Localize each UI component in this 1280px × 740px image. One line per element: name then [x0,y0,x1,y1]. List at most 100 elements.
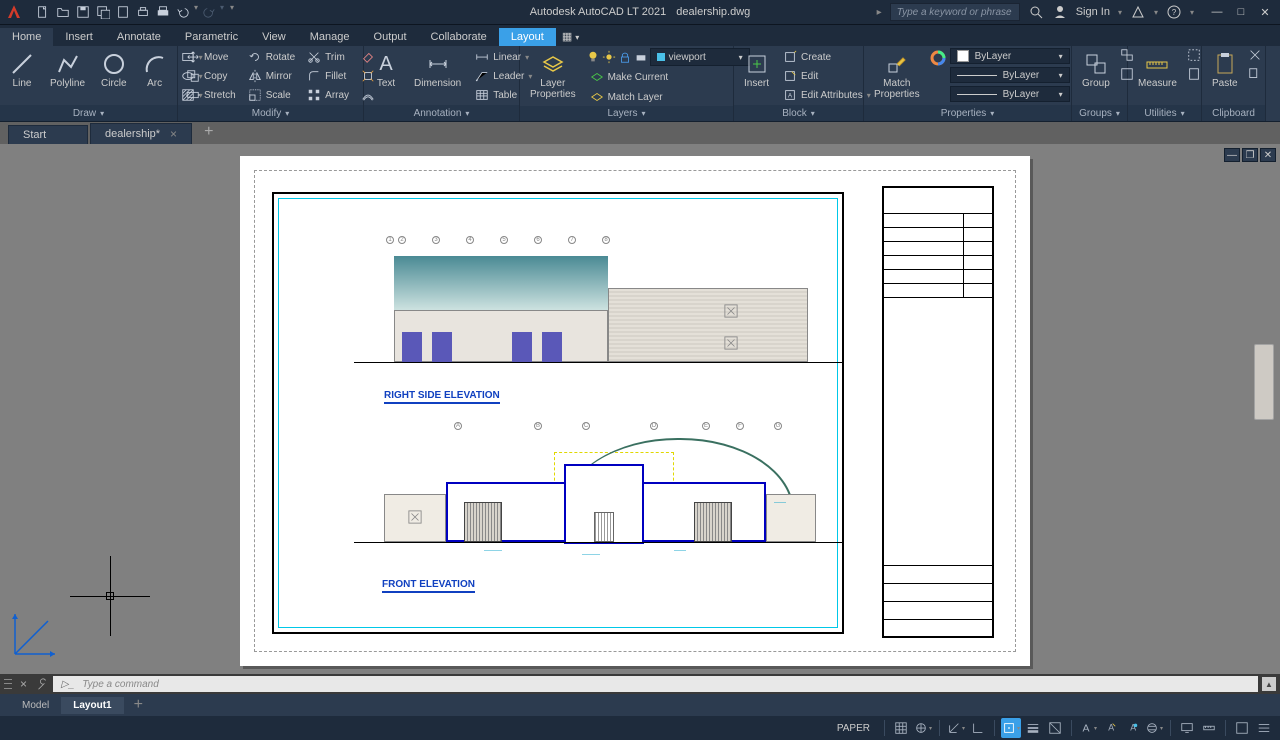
tab-annotate[interactable]: Annotate [105,28,173,46]
fillet-button[interactable]: Fillet [303,67,353,85]
saveas-icon[interactable] [94,3,112,21]
cut-icon[interactable] [1248,48,1262,62]
close-button[interactable]: ✕ [1258,5,1272,19]
annotation-autoscale-icon[interactable]: A [1122,718,1142,738]
match-layer-button[interactable]: Match Layer [586,88,750,106]
create-block-button[interactable]: Create [779,48,875,66]
print-icon[interactable] [154,3,172,21]
tab-layout[interactable]: Layout [499,28,556,46]
signin-dropdown-icon[interactable]: ▾ [1118,8,1122,17]
copy-clip-icon[interactable] [1248,67,1262,81]
lineweight-dropdown[interactable]: ByLayer▾ [950,67,1070,83]
units-icon[interactable] [1199,718,1219,738]
plot-icon[interactable] [134,3,152,21]
annotation-scale-icon[interactable]: A [1078,718,1098,738]
signin-label[interactable]: Sign In [1076,6,1110,18]
drawing-canvas[interactable]: — ❐ ✕ 1 2 3 4 [0,144,1280,674]
customize-status-icon[interactable] [1254,718,1274,738]
tab-addin-icon[interactable]: ▦ ▾ [556,27,585,46]
color-wheel-icon[interactable] [930,48,946,66]
sun-icon[interactable] [602,50,616,64]
tab-insert[interactable]: Insert [53,28,105,46]
command-close-button[interactable]: × [16,677,31,691]
tab-view[interactable]: View [250,28,298,46]
rotate-button[interactable]: Rotate [244,48,299,66]
lock-icon[interactable] [618,50,632,64]
tab-output[interactable]: Output [362,28,419,46]
layout-viewport[interactable]: 1 2 3 4 5 6 7 8 RIGHT SIDE ELEVATION [272,192,844,634]
file-tab[interactable]: dealership*× [90,123,192,144]
infocenter-search[interactable]: Type a keyword or phrase [890,3,1020,21]
user-icon[interactable] [1052,4,1068,20]
app-logo[interactable] [0,0,28,24]
arc-button[interactable]: Arc [137,48,173,91]
ortho-icon[interactable] [968,718,988,738]
new-icon[interactable] [34,3,52,21]
transparency-icon[interactable] [1045,718,1065,738]
tab-collaborate[interactable]: Collaborate [419,28,499,46]
navigation-bar[interactable] [1254,344,1274,420]
command-grip-icon[interactable] [4,677,12,691]
plot-layer-icon[interactable] [634,50,648,64]
scale-button[interactable]: Scale [244,86,299,104]
linetype-dropdown[interactable]: ByLayer▾ [950,86,1070,102]
undo-icon[interactable] [174,3,192,21]
snap-mode-icon[interactable] [913,718,933,738]
undo-dropdown-icon[interactable]: ▾ [194,3,198,21]
annotation-visibility-icon[interactable]: A [1100,718,1120,738]
lineweight-icon[interactable] [1023,718,1043,738]
trim-button[interactable]: Trim [303,48,353,66]
match-properties-button[interactable]: Match Properties [868,48,926,102]
save-icon[interactable] [74,3,92,21]
redo-dropdown-icon[interactable]: ▾ [220,3,224,21]
array-button[interactable]: Array [303,86,353,104]
edit-attributes-button[interactable]: AEdit Attributes▾ [779,86,875,104]
help-icon[interactable]: ? [1166,4,1182,20]
stretch-button[interactable]: Stretch [182,86,240,104]
polyline-button[interactable]: Polyline [44,48,91,91]
tab-parametric[interactable]: Parametric [173,28,250,46]
monitor-icon[interactable] [1177,718,1197,738]
add-tab-button[interactable]: + [194,120,223,144]
close-tab-icon[interactable]: × [170,127,177,141]
group-button[interactable]: Group [1076,48,1116,91]
command-input[interactable]: ▷_ Type a command [53,676,1258,692]
command-history-button[interactable]: ▲ [1262,677,1276,691]
add-layout-button[interactable]: + [124,693,153,717]
app-exchange-icon[interactable] [1130,4,1146,20]
line-button[interactable]: Line [4,48,40,91]
text-button[interactable]: AText [368,48,404,91]
share-arrow-icon[interactable]: ▸ [877,7,882,18]
osnap-icon[interactable] [1001,718,1021,738]
ucs-icon[interactable] [10,609,60,664]
redo-icon[interactable] [200,3,218,21]
qat-customize-icon[interactable]: ▾ [230,3,234,21]
maximize-button[interactable]: □ [1234,5,1248,19]
circle-button[interactable]: Circle [95,48,133,91]
polar-tracking-icon[interactable] [946,718,966,738]
clean-screen-icon[interactable] [1232,718,1252,738]
move-button[interactable]: Move [182,48,240,66]
child-restore-button[interactable]: ❐ [1242,148,1258,162]
make-current-button[interactable]: Make Current [586,68,750,86]
layer-properties-button[interactable]: Layer Properties [524,48,582,102]
paste-button[interactable]: Paste [1206,48,1244,91]
start-tab[interactable]: Start [8,125,88,144]
mirror-button[interactable]: Mirror [244,67,299,85]
child-close-button[interactable]: ✕ [1260,148,1276,162]
color-dropdown[interactable]: ByLayer▾ [950,48,1070,64]
model-tab[interactable]: Model [10,697,61,714]
open-icon[interactable] [54,3,72,21]
workspace-icon[interactable] [1144,718,1164,738]
select-icon[interactable] [1187,48,1201,62]
minimize-button[interactable]: — [1210,5,1224,19]
child-minimize-button[interactable]: — [1224,148,1240,162]
layout1-tab[interactable]: Layout1 [61,697,123,714]
command-customize-icon[interactable] [35,677,49,691]
copy-button[interactable]: Copy [182,67,240,85]
insert-button[interactable]: Insert [738,48,775,91]
dimension-button[interactable]: Dimension [408,48,467,91]
measure-button[interactable]: Measure [1132,48,1183,91]
tab-manage[interactable]: Manage [298,28,362,46]
plot-preview-icon[interactable] [114,3,132,21]
